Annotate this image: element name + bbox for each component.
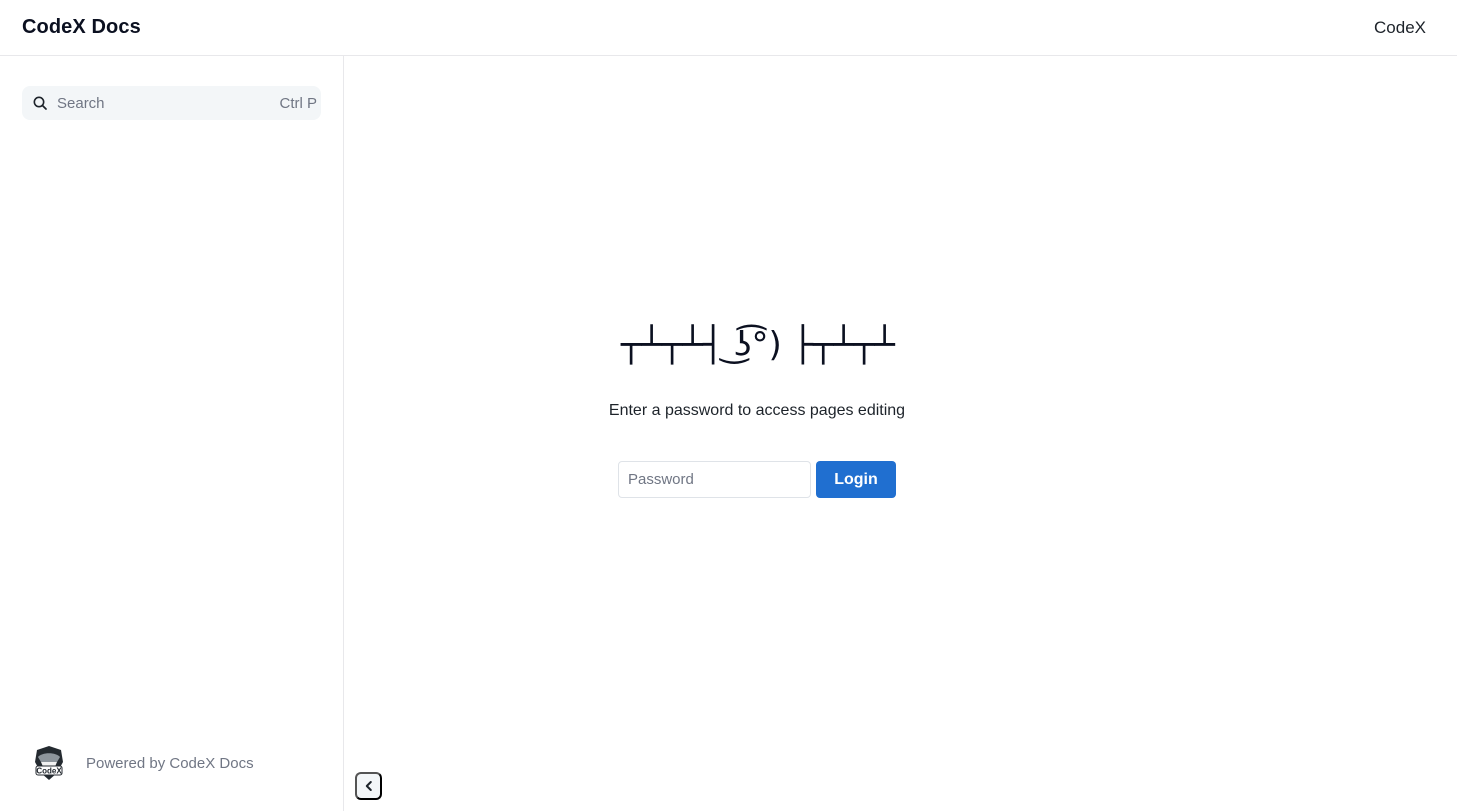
main-content: ┬┴┬┴┤ ͜ʖ͡°) ├┬┴┬┴ Enter a password to ac…: [344, 56, 1457, 811]
top-header: CodeX Docs CodeX: [0, 0, 1457, 56]
powered-by-link[interactable]: CodeX Powered by CodeX Docs: [30, 744, 254, 782]
password-message: Enter a password to access pages editing: [344, 402, 1170, 420]
search-box[interactable]: Search Ctrl P: [22, 86, 321, 120]
codex-header-link[interactable]: CodeX: [1374, 18, 1426, 38]
search-icon: [33, 96, 47, 110]
powered-by-text: Powered by CodeX Docs: [86, 754, 254, 772]
logo-wordmark: CodeX: [36, 767, 62, 776]
search-shortcut: Ctrl P: [279, 94, 318, 112]
login-button[interactable]: Login: [816, 461, 896, 498]
codex-logo: CodeX: [30, 744, 68, 782]
search-placeholder: Search: [57, 94, 105, 112]
brand-title[interactable]: CodeX Docs: [22, 16, 141, 39]
table-flip-emoticon: ┬┴┬┴┤ ͜ʖ͡°) ├┬┴┬┴: [621, 325, 895, 365]
login-form: Login: [618, 461, 896, 498]
sidebar: Search Ctrl P CodeX Powered by CodeX Doc…: [0, 56, 344, 811]
password-message-text: Enter a password to access pages editing: [608, 402, 906, 419]
password-input[interactable]: [618, 461, 811, 498]
